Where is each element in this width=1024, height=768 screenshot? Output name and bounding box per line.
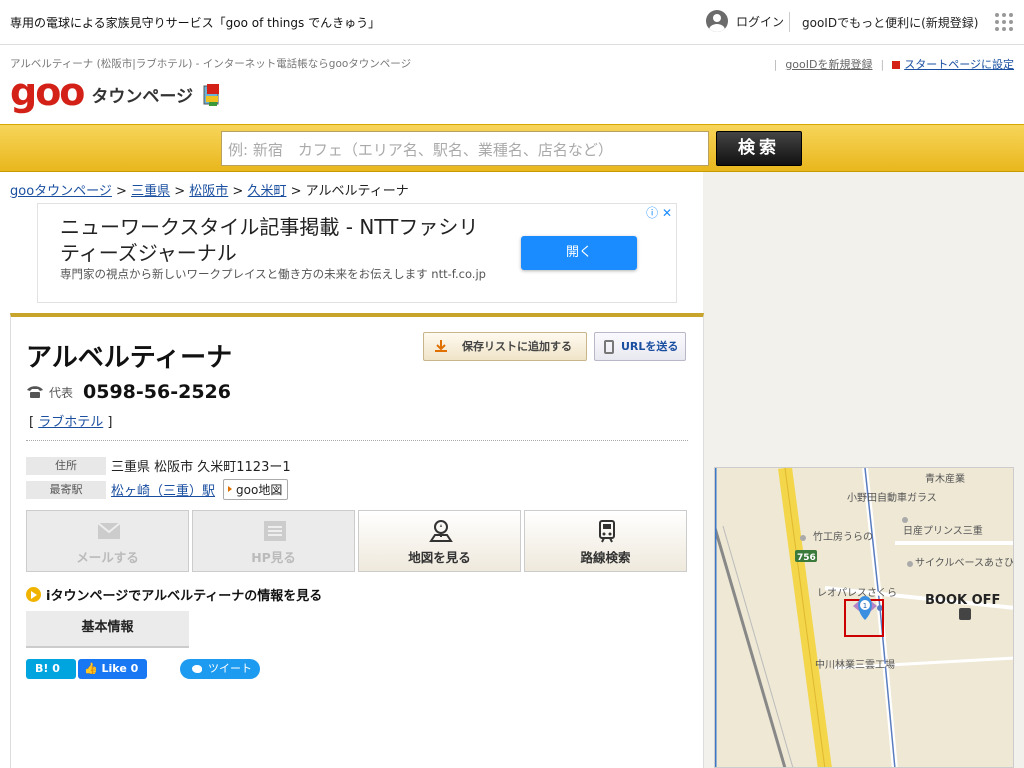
map-label: 中川林業三雲工場 xyxy=(815,658,895,671)
ad-title[interactable]: ニューワークスタイル記事掲載 - NTTファシリティーズジャーナル xyxy=(60,214,480,266)
townpage-logo-text: タウンページ xyxy=(91,86,194,107)
breadcrumb-link[interactable]: 久米町 xyxy=(247,184,286,199)
search-input[interactable]: 例: 新宿 カフェ（エリア名、駅名、業種名、店名など） xyxy=(221,131,709,166)
map-label: 青木産業 xyxy=(925,472,965,485)
download-icon xyxy=(435,340,447,352)
breadcrumb: gooタウンページ > 三重県 > 松阪市 > 久米町 > アルベルティーナ xyxy=(10,184,409,199)
map-label: 竹工房うらの xyxy=(813,530,873,543)
listing-card: アルベルティーナ 保存リストに追加する URLを送る 代表 0598-56-25… xyxy=(10,313,704,768)
map-label: レオパレスさくら xyxy=(817,587,897,599)
page-subtitle: アルベルティーナ (松阪市|ラブホテル) - インターネット電話帳ならgooタウ… xyxy=(10,58,412,70)
send-url-label: URLを送る xyxy=(621,340,679,353)
telephone-icon xyxy=(27,386,43,398)
mail-button[interactable]: メールする xyxy=(26,510,189,572)
promo-link[interactable]: 専用の電球による家族見守りサービス「goo of things でんきゅう」 xyxy=(10,14,380,31)
phone-number[interactable]: 0598-56-2526 xyxy=(83,381,231,403)
startpage-icon xyxy=(892,61,901,69)
goo-map-button[interactable]: goo地図 xyxy=(223,479,289,500)
fb-count: 0 xyxy=(130,662,139,675)
search-bar: 例: 新宿 カフェ（エリア名、駅名、業種名、店名など） 検索 xyxy=(0,124,1024,172)
map-pin-icon xyxy=(429,520,453,542)
map-label: 小野田自動車ガラス xyxy=(847,491,937,504)
address-row: 住所 三重県 松阪市 久米町1123ー1 xyxy=(26,456,291,475)
send-url-button[interactable]: URLを送る xyxy=(594,332,686,361)
goo-logo-text: goo xyxy=(10,70,85,114)
itownpage-link[interactable]: iタウンページでアルベルティーナの情報を見る xyxy=(26,585,322,604)
mail-button-label: メールする xyxy=(76,550,139,565)
itownpage-label: iタウンページでアルベルティーナの情報を見る xyxy=(46,589,323,604)
breadcrumb-link[interactable]: 三重県 xyxy=(131,184,170,199)
facebook-like-button[interactable]: 👍 Like 0 xyxy=(78,659,147,679)
view-map-button[interactable]: 地図を見る xyxy=(358,510,521,572)
tweet-label: ツイート xyxy=(208,662,252,675)
top-bar: 専用の電球による家族見守りサービス「goo of things でんきゅう」 ロ… xyxy=(0,0,1024,45)
phone-icon xyxy=(604,340,614,354)
route-search-button[interactable]: 路線検索 xyxy=(524,510,687,572)
ad-open-button[interactable]: 開く xyxy=(521,236,637,270)
hatena-bookmark-button[interactable]: B! 0 xyxy=(26,659,76,679)
tab-basic-info[interactable]: 基本情報 xyxy=(26,611,189,648)
map-label: BOOK OFF xyxy=(925,593,1000,608)
social-buttons: B! 0 👍 Like 0 ツイート xyxy=(26,659,260,679)
apps-grid-icon[interactable] xyxy=(995,13,1013,31)
breadcrumb-link[interactable]: gooタウンページ xyxy=(10,184,112,199)
fb-like-label: Like xyxy=(101,662,127,675)
map-label: 日産プリンス三重 xyxy=(903,524,983,537)
address-label: 住所 xyxy=(26,456,106,475)
category: [ ラブホテル ] xyxy=(29,415,113,430)
site-logo[interactable]: goo タウンページ xyxy=(10,72,223,112)
map-marker-label: 1 xyxy=(863,602,867,610)
search-button[interactable]: 検索 xyxy=(716,131,802,166)
phone-row: 代表 0598-56-2526 xyxy=(26,381,231,403)
page-title: アルベルティーナ xyxy=(26,343,233,373)
breadcrumb-current: アルベルティーナ xyxy=(305,184,409,199)
ad-banner[interactable]: ニューワークスタイル記事掲載 - NTTファシリティーズジャーナル 専門家の視点… xyxy=(37,203,677,303)
station-row: 最寄駅 松ヶ崎（三重）駅 goo地図 xyxy=(26,479,289,500)
divider xyxy=(26,440,688,441)
login-button[interactable]: ログイン xyxy=(706,10,784,32)
location-map[interactable]: 1 青木産業 小野田自動車ガラス 竹工房うらの 日産プリンス三重 サイクルベース… xyxy=(714,467,1014,768)
station-label: 最寄駅 xyxy=(26,480,106,499)
divider xyxy=(789,12,790,32)
address-value: 三重県 松阪市 久米町1123ー1 xyxy=(111,460,291,475)
new-id-link[interactable]: gooIDを新規登録 xyxy=(785,56,872,72)
route-search-label: 路線検索 xyxy=(580,550,631,565)
user-icon xyxy=(706,10,728,32)
phonebook-icon xyxy=(201,82,223,106)
header-links: | gooIDを新規登録 | スタートページに設定 xyxy=(773,56,1014,72)
document-icon xyxy=(264,521,286,541)
action-buttons: メールする HP見る 地図を見る 路線検索 xyxy=(26,510,687,572)
train-icon xyxy=(599,520,615,543)
map-label: サイクルベースあさひ xyxy=(915,557,1014,569)
ad-choices-icon[interactable]: ⓘ ✕ xyxy=(646,204,672,221)
save-list-button[interactable]: 保存リストに追加する xyxy=(423,332,587,361)
tweet-button[interactable]: ツイート xyxy=(180,659,260,679)
homepage-button[interactable]: HP見る xyxy=(192,510,355,572)
mail-icon xyxy=(97,522,121,539)
homepage-button-label: HP見る xyxy=(251,550,296,565)
station-link[interactable]: 松ヶ崎（三重）駅 xyxy=(111,480,215,499)
startpage-link[interactable]: スタートページに設定 xyxy=(904,58,1014,71)
save-list-label: 保存リストに追加する xyxy=(462,340,572,353)
route-number: 756 xyxy=(797,553,816,563)
breadcrumb-link[interactable]: 松阪市 xyxy=(189,184,228,199)
category-link[interactable]: ラブホテル xyxy=(38,415,103,430)
register-link[interactable]: gooIDでもっと便利に(新規登録) xyxy=(802,14,978,31)
ad-description: 専門家の視点から新しいワークプレイスと働き方の未来をお伝えします ntt-f.c… xyxy=(60,267,486,281)
view-map-label: 地図を見る xyxy=(408,550,471,565)
hatena-count: 0 xyxy=(52,662,60,675)
login-label: ログイン xyxy=(736,14,785,29)
arrow-right-icon xyxy=(26,587,41,602)
phone-label: 代表 xyxy=(49,385,74,400)
